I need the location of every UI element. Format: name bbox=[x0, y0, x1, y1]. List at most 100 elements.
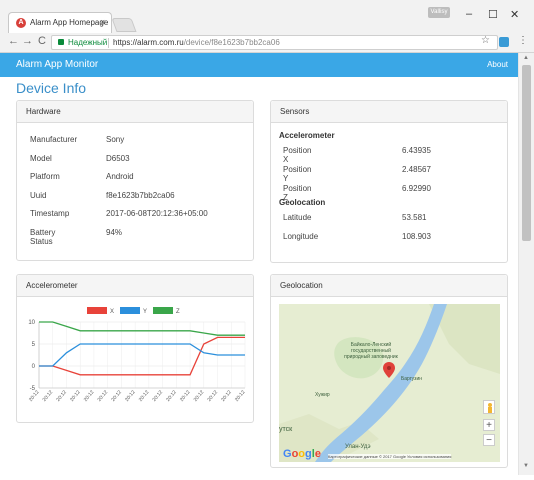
hardware-value: 2017-06-08T20:12:36+05:00 bbox=[106, 209, 208, 219]
geolocation-panel: Geolocation Байкало-Ленский государствен… bbox=[270, 274, 508, 468]
accelerometer-chart-panel: Accelerometer X Y Z 10 5 0 -5 20:12 20:12 20:12 20… bbox=[16, 274, 254, 423]
x-tick-label: 20:12 bbox=[83, 389, 96, 403]
scroll-up-icon[interactable]: ▲ bbox=[523, 55, 529, 61]
legend-swatch bbox=[87, 307, 107, 314]
legend-swatch bbox=[120, 307, 140, 314]
hardware-key: Platform bbox=[30, 172, 60, 182]
back-button[interactable]: ← bbox=[8, 35, 19, 47]
maximize-button[interactable]: ☐ bbox=[488, 8, 498, 21]
x-tick-label: 20:12 bbox=[110, 389, 123, 403]
lock-icon bbox=[58, 39, 64, 45]
accelerometer-chart-title: Accelerometer bbox=[17, 275, 253, 297]
minimize-button[interactable]: – bbox=[466, 8, 472, 20]
x-tick-label: 20:12 bbox=[234, 389, 247, 403]
accelerometer-value: 6.43935 bbox=[402, 146, 431, 155]
browser-tab[interactable]: A Alarm App Homepage × bbox=[8, 12, 112, 33]
reload-button[interactable]: C bbox=[38, 35, 46, 47]
geolocation-key: Longitude bbox=[283, 232, 319, 241]
legend-label: Z bbox=[176, 309, 180, 315]
address-bar-row: ← → C Надежный https://alarm.com.ru/devi… bbox=[0, 33, 534, 53]
geolocation-key: Latitude bbox=[283, 213, 312, 222]
y-tick-label: 5 bbox=[32, 342, 36, 348]
hardware-value: Sony bbox=[106, 135, 125, 144]
accelerometer-key: Position X bbox=[283, 146, 312, 164]
legend-swatch bbox=[153, 307, 173, 314]
new-tab-button[interactable] bbox=[111, 18, 137, 32]
app-navbar: Alarm App Monitor About bbox=[0, 53, 518, 77]
geolocation-value: 108.903 bbox=[402, 232, 431, 241]
x-tick-label: 20:12 bbox=[97, 389, 110, 403]
x-tick-label: 20:12 bbox=[193, 389, 206, 403]
map[interactable]: Байкало-Ленский государственный природны… bbox=[279, 304, 500, 462]
extension-icon[interactable] bbox=[499, 37, 509, 47]
street-view-pegman-icon[interactable] bbox=[483, 400, 495, 414]
accelerometer-key: Position Y bbox=[283, 165, 312, 183]
close-window-button[interactable]: ✕ bbox=[510, 8, 519, 21]
browser-titlebar: A Alarm App Homepage × Vallisy – ☐ ✕ bbox=[0, 0, 534, 33]
page-title: Device Info bbox=[16, 80, 87, 96]
bookmark-star-icon[interactable]: ☆ bbox=[481, 35, 490, 46]
google-logo: Google bbox=[283, 448, 321, 460]
map-attribution[interactable]: Картографические данные © 2017 Google Ус… bbox=[328, 454, 452, 459]
user-badge[interactable]: Vallisy bbox=[428, 7, 450, 18]
hardware-value: Android bbox=[106, 172, 134, 182]
browser-menu-icon[interactable]: ⋮ bbox=[518, 35, 528, 46]
x-tick-label: 20:12 bbox=[69, 389, 82, 403]
hardware-panel: Hardware Manufacturer Sony Model D6503 Platf… bbox=[16, 100, 254, 261]
url-path: /device/f8e1623b7bb2ca06 bbox=[183, 38, 280, 47]
x-tick-label: 20:12 bbox=[124, 389, 137, 403]
x-tick-label: 20:12 bbox=[206, 389, 219, 403]
map-label-town3: утск bbox=[279, 426, 293, 433]
legend-label: X bbox=[110, 309, 114, 315]
forward-button[interactable]: → bbox=[22, 35, 33, 47]
map-label-town2: Хужир bbox=[315, 392, 330, 398]
hardware-value: 94% bbox=[106, 228, 123, 237]
sensors-panel-title: Sensors bbox=[271, 101, 507, 123]
x-tick-label: 20:12 bbox=[151, 389, 164, 403]
hardware-key: Timestamp bbox=[30, 209, 70, 219]
scroll-down-icon[interactable]: ▼ bbox=[523, 463, 529, 469]
series-line-y bbox=[39, 343, 245, 367]
about-link[interactable]: About bbox=[487, 60, 508, 69]
hardware-panel-title: Hardware bbox=[17, 101, 253, 123]
accelerometer-value: 6.92990 bbox=[402, 184, 431, 193]
y-tick-label: 10 bbox=[28, 320, 35, 326]
page-scrollbar[interactable]: ▲ ▼ bbox=[518, 53, 534, 475]
map-marker-icon[interactable] bbox=[383, 362, 395, 378]
tab-title: Alarm App Homepage bbox=[30, 18, 109, 27]
url-text: https://alarm.com.ru/device/f8e1623b7bb2… bbox=[113, 38, 280, 47]
app-brand[interactable]: Alarm App Monitor bbox=[16, 59, 98, 70]
tab-close-icon[interactable]: × bbox=[100, 17, 105, 27]
scroll-thumb[interactable] bbox=[522, 65, 531, 241]
map-zoom-in-button[interactable]: + bbox=[483, 419, 495, 431]
legend-label: Y bbox=[143, 309, 147, 315]
hardware-value: D6503 bbox=[106, 153, 130, 163]
hardware-key: Manufacturer bbox=[30, 135, 78, 144]
secure-label: Надежный bbox=[68, 38, 108, 47]
map-label-town4: Улан-Удэ bbox=[345, 444, 371, 450]
map-label-reserve: Байкало-Ленский государственный природны… bbox=[344, 342, 398, 360]
x-tick-label: 20:12 bbox=[220, 389, 233, 403]
map-zoom-out-button[interactable]: − bbox=[483, 434, 495, 446]
x-tick-label: 20:12 bbox=[42, 389, 55, 403]
geolocation-panel-title: Geolocation bbox=[271, 275, 507, 297]
x-tick-label: 20:12 bbox=[165, 389, 178, 403]
map-terrain bbox=[279, 304, 500, 462]
geolocation-heading: Geolocation bbox=[279, 198, 326, 207]
y-tick-label: 0 bbox=[32, 364, 36, 370]
url-input[interactable]: Надежный https://alarm.com.ru/device/f8e… bbox=[51, 35, 498, 50]
series-line-x bbox=[39, 336, 245, 376]
sensors-panel: Sensors Accelerometer Position X 6.43935 P… bbox=[270, 100, 508, 263]
series-line-z bbox=[39, 321, 245, 336]
hardware-value: f8e1623b7bb2ca06 bbox=[106, 190, 175, 200]
url-host: https://alarm.com.ru bbox=[113, 38, 184, 47]
hardware-key: Model bbox=[30, 153, 52, 163]
accelerometer-value: 2.48567 bbox=[402, 165, 431, 174]
hardware-key: Uuid bbox=[30, 190, 47, 200]
geolocation-value: 53.581 bbox=[402, 213, 427, 222]
x-tick-label: 20:12 bbox=[138, 389, 151, 403]
accelerometer-heading: Accelerometer bbox=[279, 131, 335, 140]
url-separator bbox=[108, 38, 109, 48]
alarm-icon: A bbox=[16, 18, 26, 28]
hardware-key: Battery Status bbox=[30, 228, 56, 246]
